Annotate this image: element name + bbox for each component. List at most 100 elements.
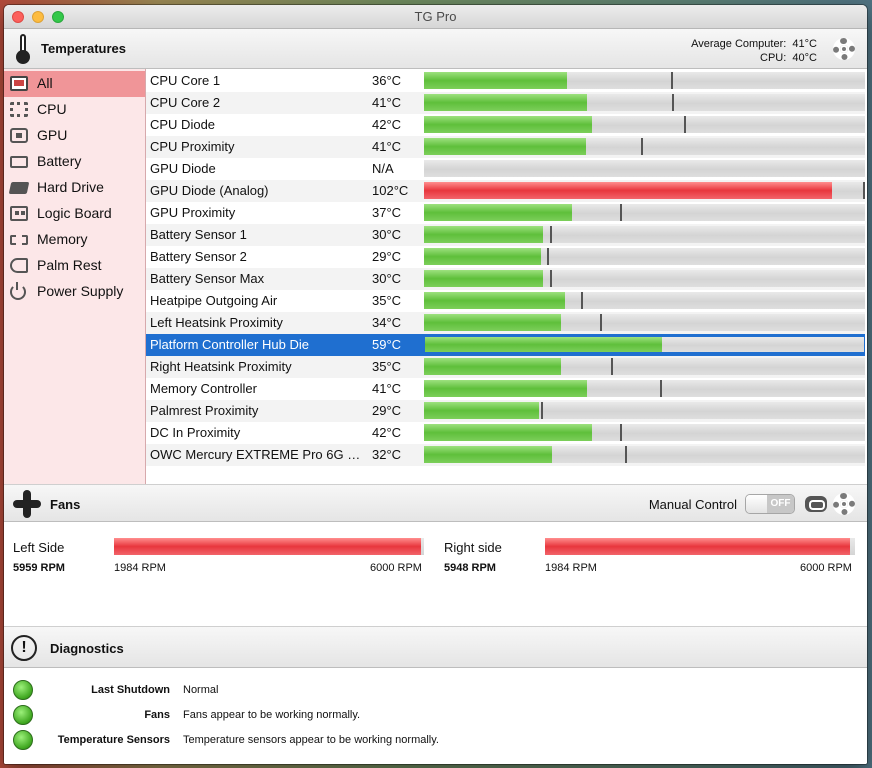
sidebar-item-power-supply[interactable]: Power Supply — [4, 279, 145, 305]
sidebar-item-gpu[interactable]: GPU — [4, 123, 145, 149]
sensor-temperature-bar — [424, 182, 865, 199]
sensor-max-temperature-marker — [672, 94, 674, 111]
link-fans-icon[interactable] — [805, 496, 827, 512]
zoom-window-button[interactable] — [52, 11, 64, 23]
sensor-temperature: 30°C — [372, 271, 402, 286]
sensor-row[interactable]: CPU Proximity 41°C — [146, 136, 865, 158]
sensor-row[interactable]: Heatpipe Outgoing Air 35°C — [146, 290, 865, 312]
sidebar-item-logic-board[interactable]: Logic Board — [4, 201, 145, 227]
sidebar-item-label: Memory — [37, 231, 88, 247]
average-computer-value: 41°C — [792, 38, 817, 50]
app-window: TG Pro Temperatures Average Computer: 41… — [4, 5, 867, 764]
sidebar-item-cpu[interactable]: CPU — [4, 97, 145, 123]
sensor-temperature-fill — [424, 446, 552, 463]
sensor-row[interactable]: CPU Diode 42°C — [146, 114, 865, 136]
hard-drive-icon — [8, 182, 30, 194]
sensor-temperature: 42°C — [372, 425, 402, 440]
sensor-max-temperature-marker — [660, 380, 662, 397]
battery-icon — [10, 156, 28, 168]
sensor-temperature-fill — [424, 204, 572, 221]
manual-control-toggle[interactable]: OFF — [745, 494, 795, 514]
sensor-name: CPU Core 1 — [150, 73, 221, 88]
sensor-row[interactable]: Battery Sensor Max 30°C — [146, 268, 865, 290]
sensor-name: Battery Sensor 2 — [150, 249, 247, 264]
sensor-row[interactable]: Battery Sensor 2 29°C — [146, 246, 865, 268]
sensor-temperature: N/A — [372, 161, 394, 176]
fan-icon — [12, 489, 42, 519]
sensor-max-temperature-marker — [625, 446, 627, 463]
sensor-temperature: 42°C — [372, 117, 402, 132]
left-fan-min-rpm: 1984 RPM — [114, 562, 166, 574]
sensor-max-temperature-marker — [671, 72, 673, 89]
sensor-row[interactable]: CPU Core 1 36°C — [146, 70, 865, 92]
sensor-temperature: 29°C — [372, 403, 402, 418]
gpu-chip-icon — [10, 128, 28, 143]
temperature-settings-gear-icon[interactable] — [833, 38, 855, 60]
sidebar-item-label: Palm Rest — [37, 257, 102, 273]
minimize-window-button[interactable] — [32, 11, 44, 23]
sensor-name: Battery Sensor Max — [150, 271, 265, 286]
sensor-max-temperature-marker — [611, 358, 613, 375]
sensor-row[interactable]: Platform Controller Hub Die 59°C — [146, 334, 865, 356]
diagnostics-title: Diagnostics — [50, 641, 124, 656]
sidebar-item-memory[interactable]: Memory — [4, 227, 145, 253]
sensor-name: DC In Proximity — [150, 425, 241, 440]
sensor-name: Heatpipe Outgoing Air — [150, 293, 278, 308]
sensor-max-temperature-marker — [641, 138, 643, 155]
sensor-temperature: 59°C — [372, 337, 402, 352]
right-fan-min-rpm: 1984 RPM — [545, 562, 597, 574]
thermometer-icon — [16, 34, 30, 64]
sensor-temperature-fill — [424, 380, 587, 397]
sensor-temperature-bar — [424, 226, 865, 243]
left-fan-speed-fill — [114, 538, 421, 555]
sensor-table: CPU Core 1 36°C CPU Core 2 41°C CPU Diode 42°… — [146, 69, 867, 484]
sensor-name: CPU Diode — [150, 117, 216, 132]
fans-status-icon — [13, 705, 33, 725]
sensor-row[interactable]: GPU Diode N/A — [146, 158, 865, 180]
sensor-temperature-bar — [424, 380, 865, 397]
sensor-temperature-fill — [424, 226, 543, 243]
sidebar-item-label: Hard Drive — [37, 179, 104, 195]
sensor-temperature-fill — [424, 72, 567, 89]
temperature-sensors-value: Temperature sensors appear to be working… — [183, 734, 439, 746]
sensor-temperature: 35°C — [372, 359, 402, 374]
manual-control-label: Manual Control — [648, 497, 737, 512]
sensor-temperature: 34°C — [372, 315, 402, 330]
memory-icon — [10, 235, 28, 245]
sensor-max-temperature-marker — [581, 292, 583, 309]
sensor-row[interactable]: Battery Sensor 1 30°C — [146, 224, 865, 246]
left-fan-rpm: 5959 RPM — [13, 562, 65, 574]
sensor-row[interactable]: Right Heatsink Proximity 35°C — [146, 356, 865, 378]
toggle-state-label: OFF — [767, 495, 794, 513]
right-fan-speed-fill — [545, 538, 851, 555]
sensor-name: Palmrest Proximity — [150, 403, 259, 418]
sensor-row[interactable]: GPU Diode (Analog) 102°C — [146, 180, 865, 202]
sensor-row[interactable]: GPU Proximity 37°C — [146, 202, 865, 224]
right-fan-rpm: 5948 RPM — [444, 562, 496, 574]
average-computer-label: Average Computer: — [691, 38, 787, 50]
sensor-row[interactable]: Palmrest Proximity 29°C — [146, 400, 865, 422]
temperature-sensors-label: Temperature Sensors — [57, 734, 170, 746]
sensor-row[interactable]: Left Heatsink Proximity 34°C — [146, 312, 865, 334]
sensor-max-temperature-marker — [620, 204, 622, 221]
sensor-row[interactable]: CPU Core 2 41°C — [146, 92, 865, 114]
sidebar-item-all[interactable]: All — [4, 71, 145, 97]
right-fan-speed-bar — [545, 538, 855, 555]
sensor-temperature-bar — [424, 72, 865, 89]
close-window-button[interactable] — [12, 11, 24, 23]
sensor-max-temperature-marker — [541, 402, 543, 419]
sensor-row[interactable]: Memory Controller 41°C — [146, 378, 865, 400]
sensor-temperature-bar — [424, 424, 865, 441]
sensor-temperature-bar — [424, 402, 865, 419]
sensor-row[interactable]: DC In Proximity 42°C — [146, 422, 865, 444]
sensor-max-temperature-marker — [547, 248, 549, 265]
sensor-temperature-bar — [424, 336, 865, 353]
sensor-row[interactable]: OWC Mercury EXTREME Pro 6G SSD 32°C — [146, 444, 865, 466]
fan-settings-gear-icon[interactable] — [833, 493, 855, 515]
left-fan-name: Left Side — [13, 540, 65, 555]
sidebar-item-hard-drive[interactable]: Hard Drive — [4, 175, 145, 201]
sensor-max-temperature-marker — [550, 226, 552, 243]
sensor-name: Battery Sensor 1 — [150, 227, 247, 242]
sidebar-item-palm-rest[interactable]: Palm Rest — [4, 253, 145, 279]
sidebar-item-battery[interactable]: Battery — [4, 149, 145, 175]
